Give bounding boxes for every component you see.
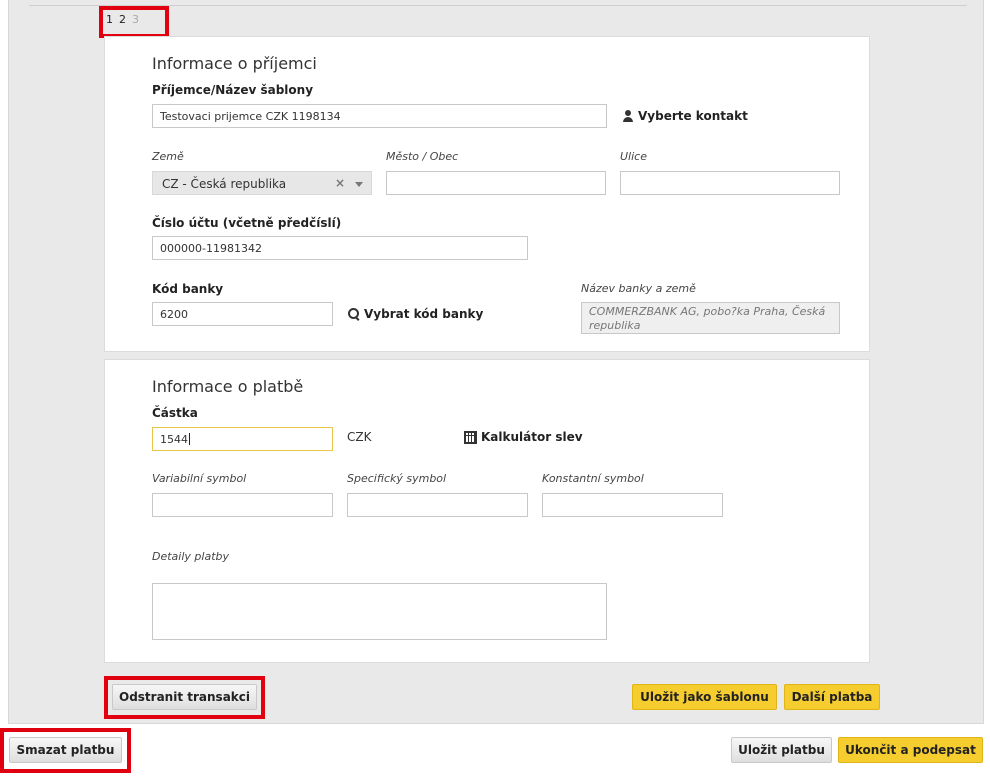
country-select[interactable]: CZ - Česká republika ×	[152, 171, 372, 195]
payment-panel: Informace o platbě Částka 1544 CZK Kalku…	[104, 359, 870, 663]
constant-symbol-input[interactable]	[542, 493, 723, 517]
constant-symbol-label: Konstantní symbol	[542, 472, 644, 485]
country-label: Země	[152, 150, 184, 163]
amount-value: 1544	[160, 433, 188, 446]
discount-calculator-link[interactable]: Kalkulátor slev	[464, 430, 583, 444]
payment-details-textarea[interactable]	[152, 583, 607, 640]
next-payment-button[interactable]: Další platba	[784, 684, 880, 710]
specific-symbol-label: Specifický symbol	[347, 472, 447, 485]
country-value: CZ - Česká republika	[162, 177, 287, 191]
bank-name-field: COMMERZBANK AG, pobo?ka Praha, Česká rep…	[581, 302, 840, 334]
account-label: Číslo účtu (včetně předčíslí)	[152, 216, 342, 230]
highlight-box-delete-payment	[0, 728, 131, 773]
city-label: Město / Obec	[386, 150, 459, 163]
payment-details-label: Detaily platby	[152, 550, 229, 563]
highlight-box-pager	[99, 6, 169, 38]
bank-name-label: Název banky a země	[581, 282, 696, 295]
street-input[interactable]	[620, 171, 840, 195]
variable-symbol-input[interactable]	[152, 493, 333, 517]
select-bank-code-link[interactable]: Vybrat kód banky	[348, 307, 483, 321]
recipient-heading: Informace o příjemci	[152, 54, 317, 73]
currency-label: CZK	[347, 430, 372, 444]
discount-calculator-label: Kalkulátor slev	[481, 430, 583, 444]
select-contact-link[interactable]: Vyberte kontakt	[622, 109, 748, 123]
highlight-box-remove-transaction	[104, 676, 265, 719]
account-input[interactable]: 000000-11981342	[152, 236, 528, 260]
payment-heading: Informace o platbě	[152, 377, 304, 396]
select-contact-label: Vyberte kontakt	[638, 109, 748, 123]
recipient-panel: Informace o příjemci Příjemce/Název šabl…	[104, 36, 870, 352]
divider	[29, 5, 967, 6]
recipient-name-label: Příjemce/Název šablony	[152, 83, 314, 97]
calculator-icon	[464, 430, 477, 444]
bank-code-label: Kód banky	[152, 282, 224, 296]
finish-and-sign-button[interactable]: Ukončit a podepsat	[838, 737, 983, 763]
user-icon	[622, 110, 634, 122]
text-caret	[189, 433, 190, 445]
chevron-down-icon[interactable]	[355, 182, 363, 187]
save-as-template-button[interactable]: Uložit jako šablonu	[632, 684, 777, 710]
bank-code-input[interactable]: 6200	[152, 302, 333, 326]
recipient-name-input[interactable]: Testovaci prijemce CZK 1198134	[152, 104, 607, 128]
city-input[interactable]	[386, 171, 606, 195]
variable-symbol-label: Variabilní symbol	[152, 472, 247, 485]
select-bank-code-label: Vybrat kód banky	[364, 307, 484, 321]
street-label: Ulice	[620, 150, 647, 163]
amount-input[interactable]: 1544	[152, 427, 333, 451]
save-payment-button[interactable]: Uložit platbu	[731, 737, 832, 763]
clear-icon[interactable]: ×	[335, 176, 345, 190]
specific-symbol-input[interactable]	[347, 493, 528, 517]
search-icon	[348, 308, 360, 320]
amount-label: Částka	[152, 406, 198, 420]
